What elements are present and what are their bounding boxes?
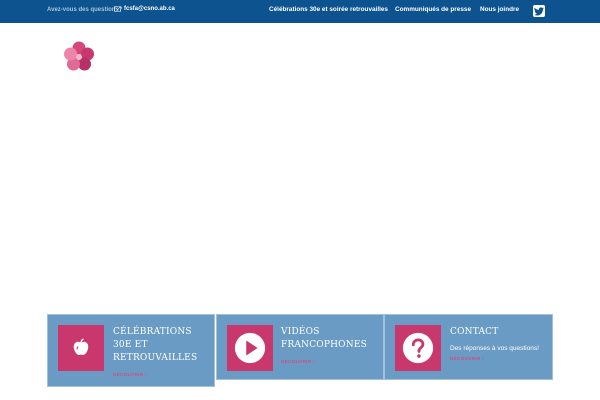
flower-logo-icon: [64, 41, 94, 71]
question-icon: [402, 332, 434, 364]
nav-communiques[interactable]: Communiqués de presse: [395, 6, 471, 13]
nav-nous-joindre[interactable]: Nous joindre: [480, 6, 519, 13]
card-contact[interactable]: CONTACT Des réponses à vos questions! DÉ…: [384, 314, 553, 380]
top-bar: Avez-vous des questions? fcsfa@csno.ab.c…: [0, 0, 600, 23]
envelope-icon: [114, 6, 121, 12]
card-celebrations[interactable]: CÉLÉBRATIONS 30E ET RETROUVAILLES DÉCOUV…: [47, 314, 215, 387]
card-videos[interactable]: VIDÉOS FRANCOPHONES DÉCOUVRIR ›: [216, 314, 384, 380]
card-title: CONTACT: [450, 327, 499, 337]
card-icon-box: [58, 325, 104, 371]
email-text: fcsfa@csno.ab.ca: [124, 6, 175, 12]
card-more-link[interactable]: DÉCOUVRIR ›: [113, 372, 147, 377]
card-title: VIDÉOS FRANCOPHONES: [281, 327, 367, 350]
twitter-icon: [534, 6, 544, 15]
play-icon: [234, 332, 266, 364]
email-link[interactable]: fcsfa@csno.ab.ca: [114, 6, 175, 12]
logo-flower[interactable]: [63, 41, 95, 73]
card-icon-box: [227, 325, 273, 371]
card-title: CÉLÉBRATIONS 30E ET RETROUVAILLES: [113, 327, 198, 363]
card-more-link[interactable]: DÉCOUVRIR ›: [281, 359, 315, 364]
apple-icon: [73, 338, 89, 355]
card-icon-box: [395, 325, 441, 371]
nav-celebrations[interactable]: Célébrations 30e et soirée retrouvailles: [269, 6, 388, 13]
questions-text: Avez-vous des questions?: [47, 7, 123, 13]
twitter-button[interactable]: [533, 5, 545, 17]
card-more-link[interactable]: DÉCOUVRIR ›: [450, 356, 484, 361]
card-subtitle: Des réponses à vos questions!: [450, 345, 539, 352]
